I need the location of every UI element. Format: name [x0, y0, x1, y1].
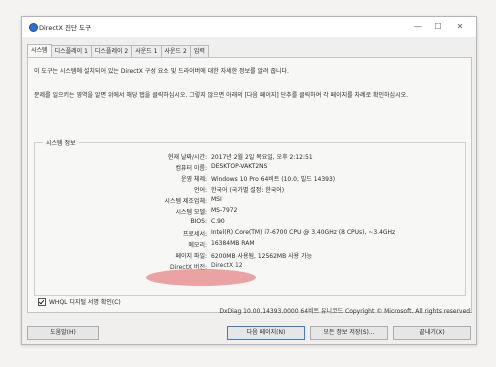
- info-label: 페이지 파일:: [175, 253, 207, 260]
- info-label: 운영 체제:: [180, 176, 207, 183]
- info-label: 현재 날짜/시간:: [167, 154, 207, 161]
- system-info-list: 현재 날짜/시간: 2017년 2월 2일 목요일, 오후 2:12:51 컴퓨…: [35, 151, 465, 272]
- help-button[interactable]: 도움말(H): [27, 326, 99, 340]
- info-row-computer-name: 컴퓨터 이름: DESKTOP-VAKT2NS: [35, 162, 465, 173]
- dxdiag-window: DirectX 진단 도구 — ☐ ✕ 시스템 디스플레이 1 디스플레이 2 …: [21, 16, 477, 345]
- info-value: 6200MB 사용됨, 12562MB 사용 가능: [211, 253, 313, 260]
- tab-display-1[interactable]: 디스플레이 1: [50, 45, 92, 57]
- info-value: Windows 10 Pro 64비트 (10.0, 빌드 14393): [211, 176, 336, 183]
- window-title: DirectX 진단 도구: [39, 24, 91, 32]
- tab-sound-2[interactable]: 사운드 2: [160, 45, 191, 57]
- info-value: MS-7972: [211, 207, 238, 214]
- info-row-datetime: 현재 날짜/시간: 2017년 2월 2일 목요일, 오후 2:12:51: [35, 151, 465, 162]
- whql-checkbox-row[interactable]: WHQL 디지털 서명 확인(C): [38, 297, 121, 306]
- info-value: DirectX 12: [211, 262, 243, 269]
- tab-strip: 시스템 디스플레이 1 디스플레이 2 사운드 1 사운드 2 입력: [27, 44, 209, 57]
- info-row-memory: 메모리: 16384MB RAM: [35, 239, 465, 250]
- close-icon[interactable]: ✕: [452, 21, 468, 33]
- info-value: 한국어 (국가별 설정: 한국어): [211, 187, 285, 194]
- info-label: 시스템 제조업체:: [164, 198, 207, 205]
- next-page-button[interactable]: 다음 페이지(N): [227, 326, 305, 340]
- info-label: 프로세서:: [182, 231, 207, 238]
- info-label: 컴퓨터 이름:: [175, 165, 207, 172]
- whql-checkbox[interactable]: [38, 297, 46, 306]
- info-value: 2017년 2월 2일 목요일, 오후 2:12:51: [211, 154, 313, 161]
- info-value: DESKTOP-VAKT2NS: [211, 163, 268, 170]
- tab-sound-1[interactable]: 사운드 1: [131, 45, 162, 57]
- info-label: 시스템 모델:: [175, 209, 207, 216]
- info-row-page-file: 페이지 파일: 6200MB 사용됨, 12562MB 사용 가능: [35, 250, 465, 261]
- info-row-model: 시스템 모델: MS-7972: [35, 206, 465, 217]
- version-copyright: DxDiag 10.00.14393.0000 64비트 유니코드 Copyri…: [219, 308, 472, 315]
- whql-label: WHQL 디지털 서명 확인(C): [49, 299, 121, 306]
- info-row-os: 운영 체제: Windows 10 Pro 64비트 (10.0, 빌드 143…: [35, 173, 465, 184]
- info-row-processor: 프로세서: Intel(R) Core(TM) i7-6700 CPU @ 3.…: [35, 228, 465, 239]
- tab-display-2[interactable]: 디스플레이 2: [90, 45, 133, 57]
- system-info-legend: 시스템 정보: [43, 138, 79, 147]
- info-value: C.90: [211, 218, 225, 225]
- info-label: 메모리:: [188, 242, 207, 249]
- info-value: MSI: [211, 196, 222, 203]
- system-tab-panel: 이 도구는 시스템에 설치되어 있는 DirectX 구성 요소 및 드라이버에…: [27, 57, 472, 313]
- directx-version-highlight: [146, 269, 256, 286]
- info-value: 16384MB RAM: [211, 240, 255, 247]
- save-all-info-button[interactable]: 모든 정보 저장(S)...: [310, 326, 388, 340]
- exit-button[interactable]: 끝내기(X): [393, 326, 471, 340]
- info-row-language: 언어: 한국어 (국가별 설정: 한국어): [35, 184, 465, 195]
- info-row-manufacturer: 시스템 제조업체: MSI: [35, 195, 465, 206]
- info-value: Intel(R) Core(TM) i7-6700 CPU @ 3.40GHz …: [211, 229, 396, 236]
- info-label: 언어:: [193, 187, 207, 194]
- tab-system[interactable]: 시스템: [27, 44, 52, 57]
- minimize-icon[interactable]: —: [410, 21, 426, 33]
- intro-text: 이 도구는 시스템에 설치되어 있는 DirectX 구성 요소 및 드라이버에…: [34, 68, 289, 75]
- title-bar: DirectX 진단 도구 — ☐ ✕: [22, 17, 476, 37]
- info-row-directx-version: DirectX 버전: DirectX 12: [35, 261, 465, 272]
- info-label: BIOS:: [190, 218, 207, 225]
- maximize-icon[interactable]: ☐: [430, 21, 446, 33]
- info-row-bios: BIOS: C.90: [35, 217, 465, 228]
- dxdiag-app-icon: [29, 23, 38, 32]
- instruction-text: 문제를 일으키는 영역을 알면 위에서 해당 탭을 클릭하십시오. 그렇지 않으…: [34, 92, 409, 99]
- tab-input[interactable]: 입력: [189, 45, 209, 57]
